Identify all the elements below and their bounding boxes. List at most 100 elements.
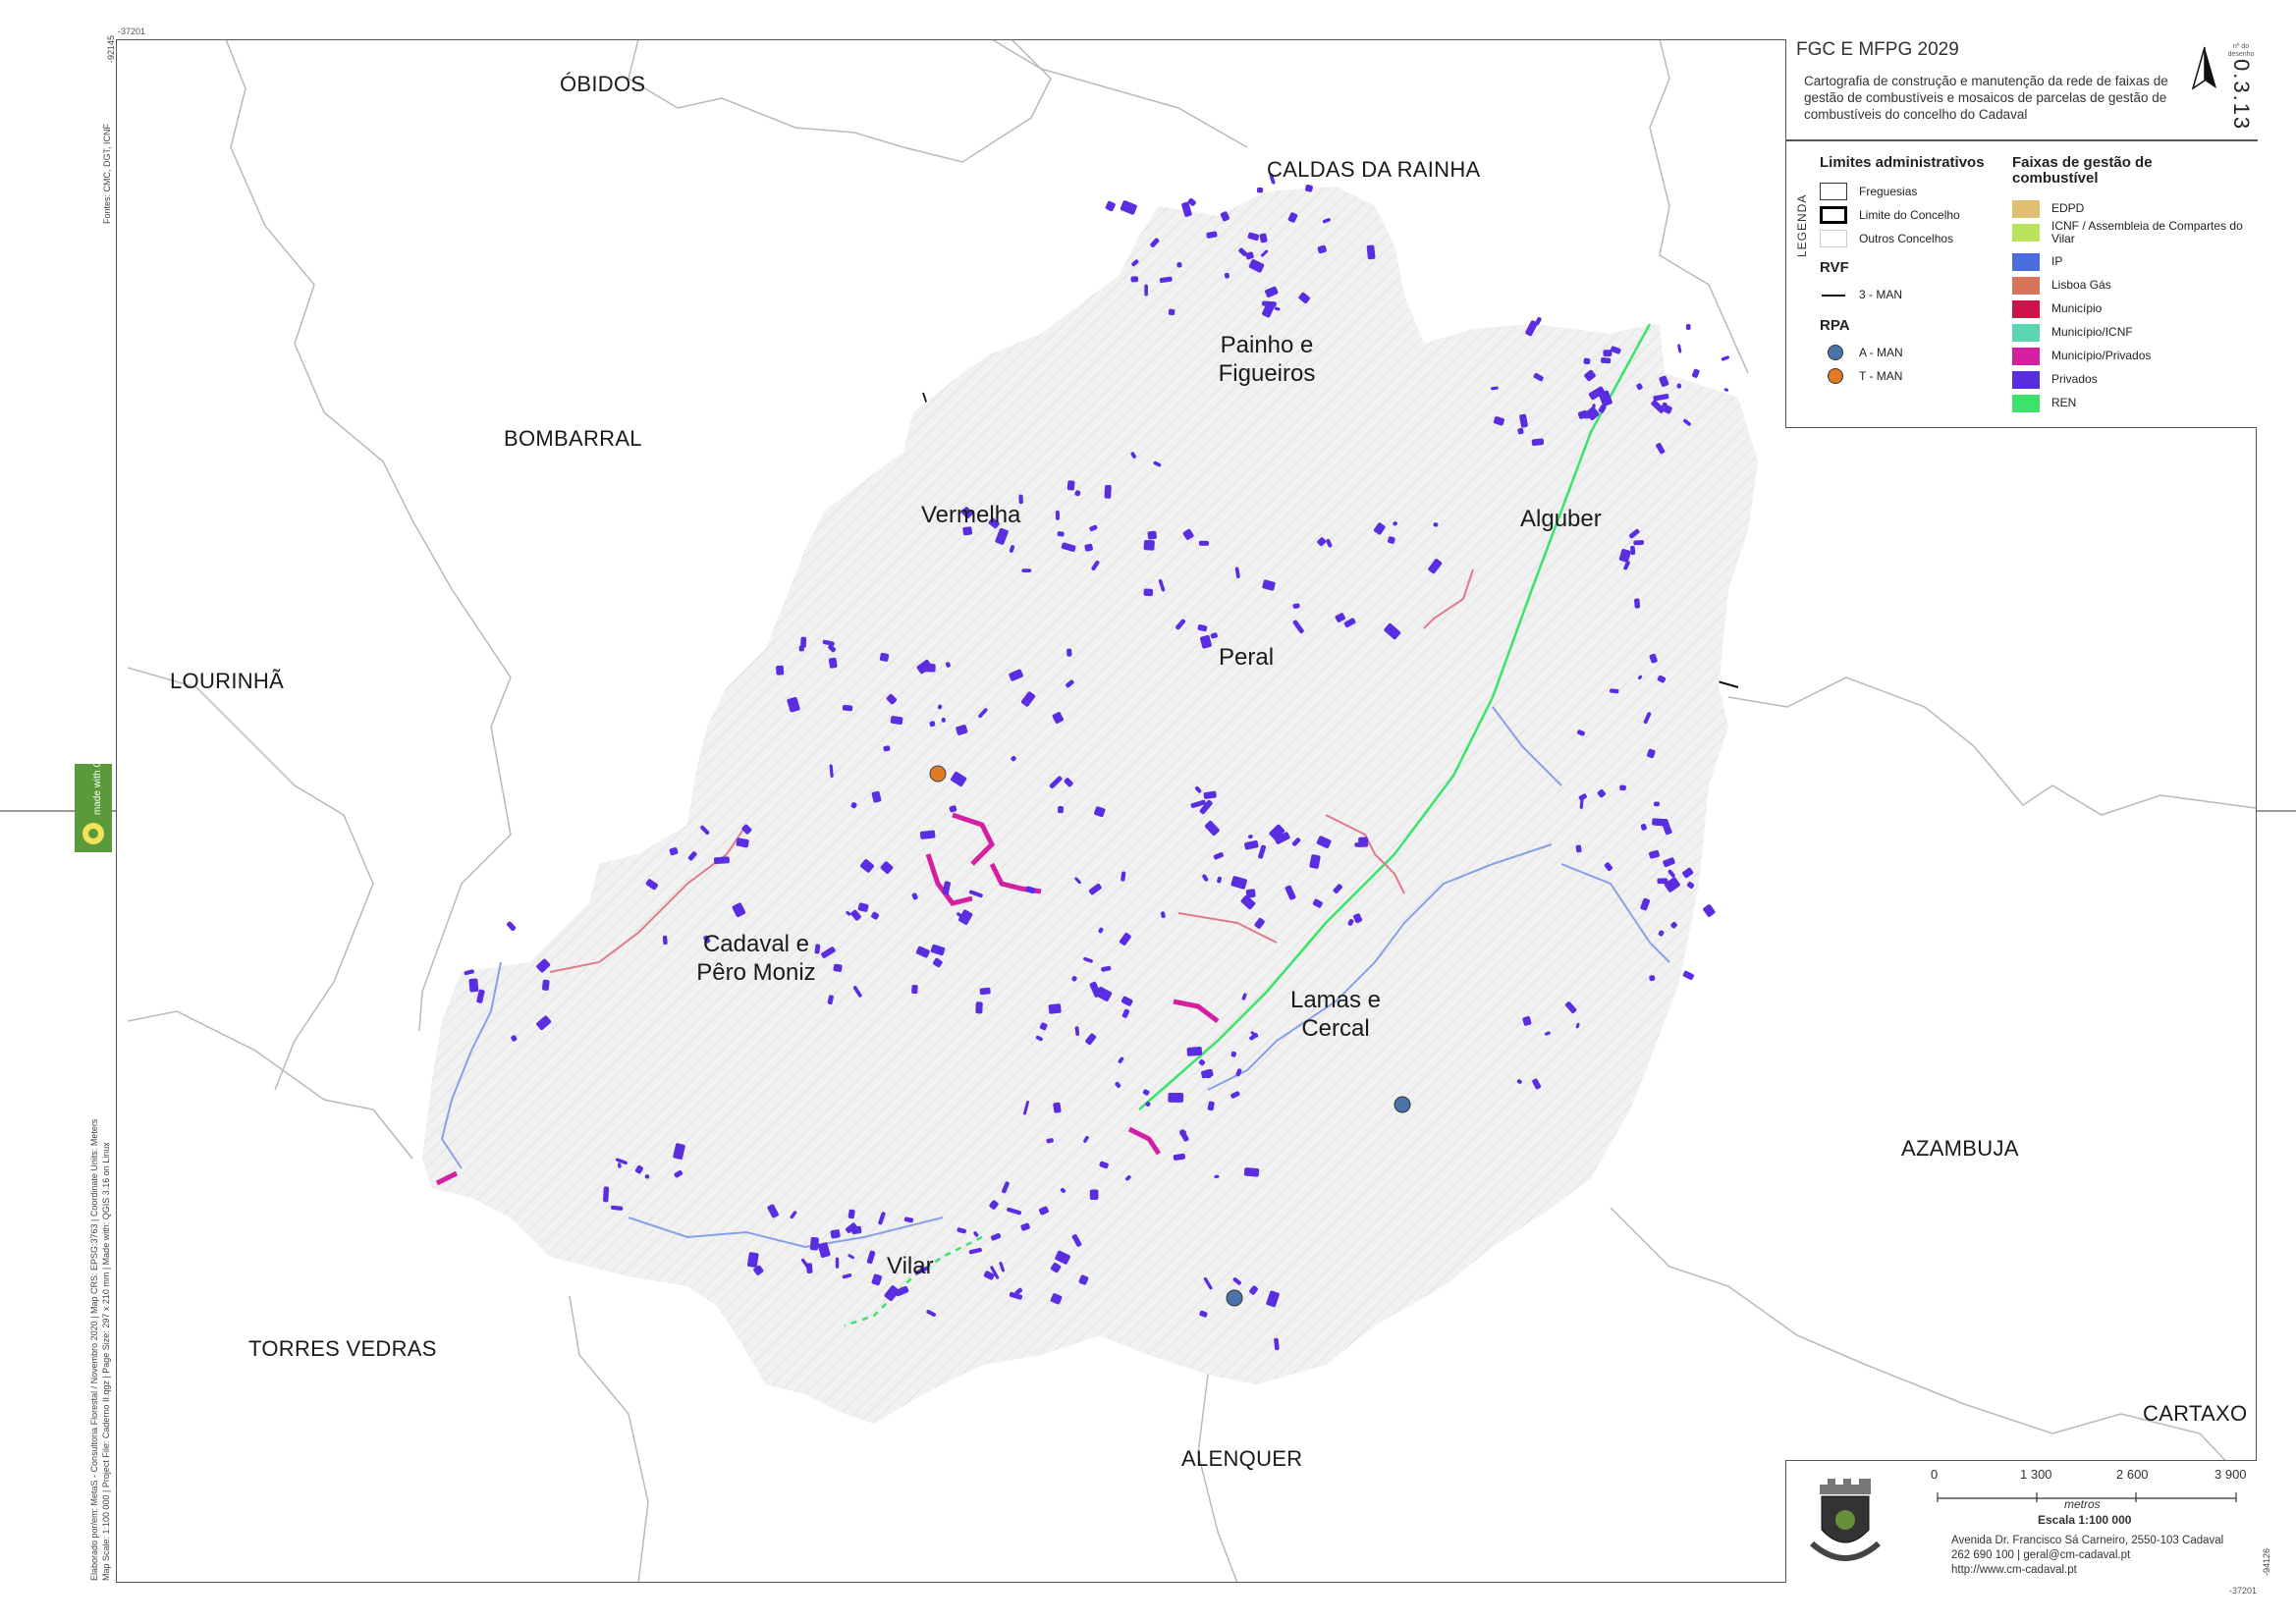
legend-swatch [1828, 345, 1843, 360]
legend-swatch [1822, 295, 1845, 297]
legend-item: A - MAN [1859, 346, 1903, 359]
legend-swatch [1820, 183, 1847, 200]
coord-label: -94126 [2262, 1547, 2271, 1576]
legend-item: Outros Concelhos [1859, 232, 1954, 245]
privados-patch [1261, 300, 1277, 307]
legend-item: EDPD [2051, 201, 2085, 215]
legend-swatch [2012, 253, 2040, 271]
neighbor-label: LOURINHÃ [170, 669, 285, 693]
privados-patch [911, 984, 918, 995]
privados-patch [1603, 350, 1613, 357]
address-line: http://www.cm-cadaval.pt [1951, 1564, 2077, 1576]
legend-section-heading: Faixas de gestão de combustível [2012, 154, 2153, 187]
sheet-number: 0.3.13 [2229, 59, 2254, 132]
privados-patch [1130, 276, 1139, 283]
legend-swatch [2012, 348, 2040, 365]
address-line: Avenida Dr. Francisco Sá Carneiro, 2550-… [1951, 1535, 2224, 1546]
legend-item: Freguesias [1859, 185, 1918, 198]
legend-swatch [1820, 230, 1847, 247]
privados-patch [1657, 878, 1668, 885]
sources-note: Fontes: CMC, DGT, ICNF [102, 123, 112, 224]
cadaval-coat-of-arms-icon [1810, 1479, 1881, 1561]
privados-patch [1703, 904, 1716, 917]
legend-swatch [2012, 224, 2040, 242]
privados-patch [1583, 357, 1591, 365]
privados-patch [1633, 540, 1645, 546]
legend-section-heading: RVF [1820, 259, 1849, 276]
legend-divider [1786, 139, 2258, 141]
privados-patch [1021, 568, 1032, 573]
contact-address: Avenida Dr. Francisco Sá Carneiro, 2550-… [1951, 1534, 2223, 1578]
concelho-boundary [420, 185, 1760, 1426]
privados-patch [1676, 383, 1681, 389]
privados-patch [1143, 539, 1155, 551]
rpa-a-man-point [1394, 1096, 1411, 1113]
legend-item: Município [2051, 301, 2103, 315]
privados-patch [1634, 598, 1641, 609]
privados-patch [1144, 284, 1148, 297]
privados-patch [809, 1237, 819, 1251]
parish-label: Vermelha [921, 502, 1021, 528]
privados-patch [835, 1257, 840, 1269]
map-subtitle: Cartografia de construção e manutenção d… [1804, 74, 2168, 122]
neighbor-label: BOMBARRAL [504, 426, 642, 451]
legend-swatch [2012, 324, 2040, 342]
legend-item: 3 - MAN [1859, 288, 1903, 301]
privados-patch [830, 1229, 841, 1239]
scale-tick: 0 [1931, 1467, 1939, 1482]
parish-label: Cadaval e Pêro Moniz [696, 931, 816, 986]
qgis-badge-text: made with QGIS [92, 764, 103, 815]
privados-patch [1055, 511, 1061, 520]
privados-patch [1168, 1093, 1184, 1103]
privados-patch [662, 935, 668, 946]
scale-label: Escala 1:100 000 [2038, 1513, 2132, 1527]
privados-patch [1104, 484, 1112, 499]
legend-item: Lisboa Gás [2051, 278, 2111, 292]
privados-patch [800, 636, 807, 648]
credits-note: Elaborado por/em: MetaS - Consultoria Fl… [89, 1118, 99, 1581]
scale-tick: 3 900 [2214, 1467, 2247, 1482]
privados-patch [1256, 187, 1264, 193]
privados-patch [1575, 844, 1582, 853]
parish-label: Painho e Figueiros [1218, 332, 1316, 387]
privados-patch [921, 663, 936, 673]
parish-label: Vilar [887, 1253, 934, 1279]
map-title: FGC E MFPG 2029 [1796, 39, 1959, 60]
neighbor-label: CALDAS DA RAINHA [1267, 157, 1481, 182]
privados-patch [1677, 344, 1682, 353]
neighbor-label: AZAMBUJA [1901, 1136, 2019, 1161]
legend-item: Município/ICNF [2051, 325, 2133, 339]
privados-patch [1619, 784, 1626, 791]
coord-label: -92145 [106, 34, 116, 63]
privados-patch [1653, 801, 1661, 807]
credits-note: Map Scale: 1:100 000 | Project File: Cad… [101, 1142, 111, 1581]
legend-swatch [2012, 395, 2040, 412]
legend-swatch [2012, 277, 2040, 295]
privados-patch [1066, 480, 1075, 491]
legend-panel: FGC E MFPG 2029 Cartografia de construçã… [1785, 39, 2258, 428]
privados-patch [1630, 545, 1636, 556]
privados-patch [1089, 1189, 1099, 1200]
privados-patch [1652, 818, 1668, 827]
legend-item: Privados [2051, 372, 2098, 386]
privados-patch [879, 652, 890, 662]
neighbor-label: CARTAXO [2143, 1401, 2248, 1426]
privados-patch [979, 987, 991, 996]
scale-unit: metros [2064, 1497, 2101, 1511]
privados-patch [1366, 244, 1376, 260]
privados-patch [1721, 355, 1730, 361]
privados-patch [1723, 388, 1729, 392]
legend-heading: LEGENDA [1795, 193, 1809, 257]
scale-tick: 1 300 [2020, 1467, 2052, 1482]
privados-patch [603, 1186, 610, 1203]
legend-swatch [1828, 368, 1843, 384]
privados-patch [1105, 200, 1116, 212]
scale-tick: 2 600 [2116, 1467, 2149, 1482]
privados-patch [975, 1001, 983, 1014]
legend-item: Limite do Concelho [1859, 208, 1960, 222]
neighbor-label: ÓBIDOS [560, 72, 646, 96]
privados-patch [1186, 1047, 1203, 1056]
privados-patch [542, 979, 550, 991]
privados-patch [1147, 530, 1157, 540]
privados-patch [1198, 540, 1210, 546]
